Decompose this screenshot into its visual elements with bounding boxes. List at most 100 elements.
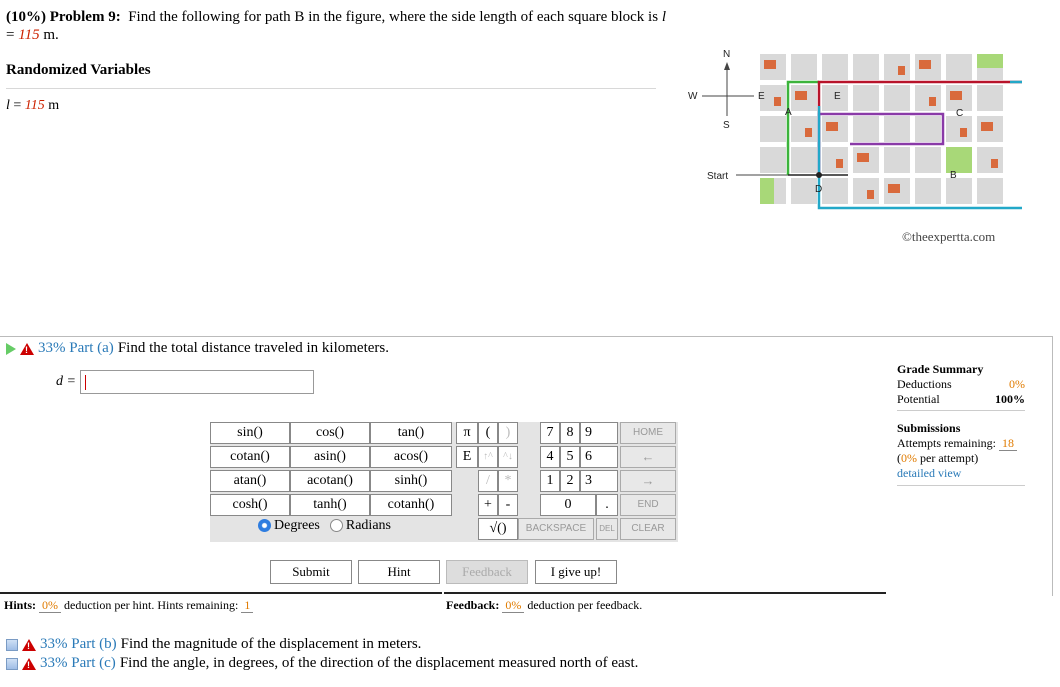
minus-button[interactable]: -	[498, 494, 518, 516]
tanh-button[interactable]: tanh()	[290, 494, 370, 516]
part-c-header[interactable]: ! 33% Part (c) Find the angle, in degree…	[6, 655, 638, 672]
city-map-diagram: N S W E Start A B C D E	[688, 49, 1038, 210]
house	[919, 60, 931, 69]
e-button[interactable]: E	[456, 446, 478, 468]
key-6[interactable]: 6	[580, 446, 618, 468]
hint-deduction: 0%	[39, 598, 62, 613]
pi-button[interactable]: π	[456, 422, 478, 444]
city-block	[977, 178, 1003, 204]
city-block	[977, 85, 1003, 111]
cursor-left-button[interactable]: ←	[620, 446, 676, 468]
part-a-question: Find the total distance traveled in kilo…	[117, 340, 389, 356]
key-3[interactable]: 3	[580, 470, 618, 492]
house	[981, 122, 993, 131]
cursor-right-button[interactable]: →	[620, 470, 676, 492]
superscript-button[interactable]: ↑^	[478, 446, 498, 468]
left-paren-button[interactable]: (	[478, 422, 498, 444]
potential-value: 100%	[995, 392, 1025, 406]
key-2[interactable]: 2	[560, 470, 580, 492]
key-9[interactable]: 9	[580, 422, 618, 444]
asin-button[interactable]: asin()	[290, 446, 370, 468]
problem-number: (10%) Problem 9:	[6, 9, 121, 25]
detailed-view-link[interactable]: detailed view	[897, 466, 961, 480]
city-block	[853, 178, 879, 204]
city-block	[791, 147, 817, 173]
sqrt-button[interactable]: √()	[478, 518, 518, 540]
delete-button[interactable]: DEL	[596, 518, 618, 540]
expand-arrow-icon[interactable]	[6, 342, 16, 355]
backspace-button[interactable]: BACKSPACE	[518, 518, 594, 540]
tan-button[interactable]: tan()	[370, 422, 452, 444]
cotanh-button[interactable]: cotanh()	[370, 494, 452, 516]
city-block	[915, 178, 941, 204]
path-label-b: B	[950, 170, 957, 181]
key-7[interactable]: 7	[540, 422, 560, 444]
start-point	[816, 172, 822, 178]
compass-n: N	[723, 49, 730, 60]
answer-label: d =	[56, 374, 76, 389]
cosh-button[interactable]: cosh()	[210, 494, 290, 516]
clear-button[interactable]: CLEAR	[620, 518, 676, 540]
atan-button[interactable]: atan()	[210, 470, 290, 492]
randomized-value: 115	[24, 98, 45, 113]
right-paren-button[interactable]: )	[498, 422, 518, 444]
submissions-title: Submissions	[897, 421, 961, 435]
city-block	[884, 54, 910, 80]
path-label-e: E	[834, 91, 841, 102]
key-dot[interactable]: .	[596, 494, 618, 516]
compass-s: S	[723, 120, 730, 131]
city-block	[822, 147, 848, 173]
house	[857, 153, 869, 162]
house	[795, 91, 807, 100]
subscript-button[interactable]: ^↓	[498, 446, 518, 468]
cos-button[interactable]: cos()	[290, 422, 370, 444]
part-a-percent: 33% Part (a)	[38, 340, 114, 356]
grade-summary-title: Grade Summary	[897, 362, 984, 376]
key-4[interactable]: 4	[540, 446, 560, 468]
sinh-button[interactable]: sinh()	[370, 470, 452, 492]
hints-bar: Hints: 0% deduction per hint. Hints rema…	[0, 592, 442, 618]
park	[760, 178, 774, 204]
plus-button[interactable]: +	[478, 494, 498, 516]
city-block	[884, 116, 910, 142]
house	[991, 159, 998, 168]
city-block	[822, 54, 848, 80]
problem-var: l	[661, 9, 666, 25]
multiply-button[interactable]: *	[498, 470, 518, 492]
acotan-button[interactable]: acotan()	[290, 470, 370, 492]
submit-button[interactable]: Submit	[270, 560, 352, 584]
city-block	[853, 116, 879, 142]
part-b-header[interactable]: ! 33% Part (b) Find the magnitude of the…	[6, 636, 421, 653]
key-8[interactable]: 8	[560, 422, 580, 444]
radians-option[interactable]: Radians	[329, 518, 391, 534]
hint-button[interactable]: Hint	[358, 560, 440, 584]
key-5[interactable]: 5	[560, 446, 580, 468]
text-caret	[85, 375, 86, 390]
answer-input[interactable]	[80, 370, 314, 394]
acos-button[interactable]: acos()	[370, 446, 452, 468]
divide-button[interactable]: /	[478, 470, 498, 492]
sin-button[interactable]: sin()	[210, 422, 290, 444]
city-block	[946, 178, 972, 204]
degrees-option[interactable]: Degrees	[258, 518, 320, 534]
part-b-question: Find the magnitude of the displacement i…	[120, 636, 422, 652]
city-block	[946, 54, 972, 80]
hints-remaining: 1	[241, 598, 254, 613]
key-1[interactable]: 1	[540, 470, 560, 492]
give-up-button[interactable]: I give up!	[535, 560, 617, 584]
cotan-button[interactable]: cotan()	[210, 446, 290, 468]
house	[929, 97, 936, 106]
city-block	[884, 147, 910, 173]
city-block	[884, 85, 910, 111]
path-label-a: A	[785, 107, 792, 118]
warning-icon: !	[20, 342, 34, 355]
end-button[interactable]: END	[620, 494, 676, 516]
feedback-button[interactable]: Feedback	[446, 560, 528, 584]
home-button[interactable]: HOME	[620, 422, 676, 444]
park	[977, 54, 1003, 68]
city-block	[853, 85, 879, 111]
house	[867, 190, 874, 199]
calculator: sin() cos() tan() cotan() asin() acos() …	[210, 422, 678, 542]
key-0[interactable]: 0	[540, 494, 596, 516]
city-block	[760, 147, 786, 173]
